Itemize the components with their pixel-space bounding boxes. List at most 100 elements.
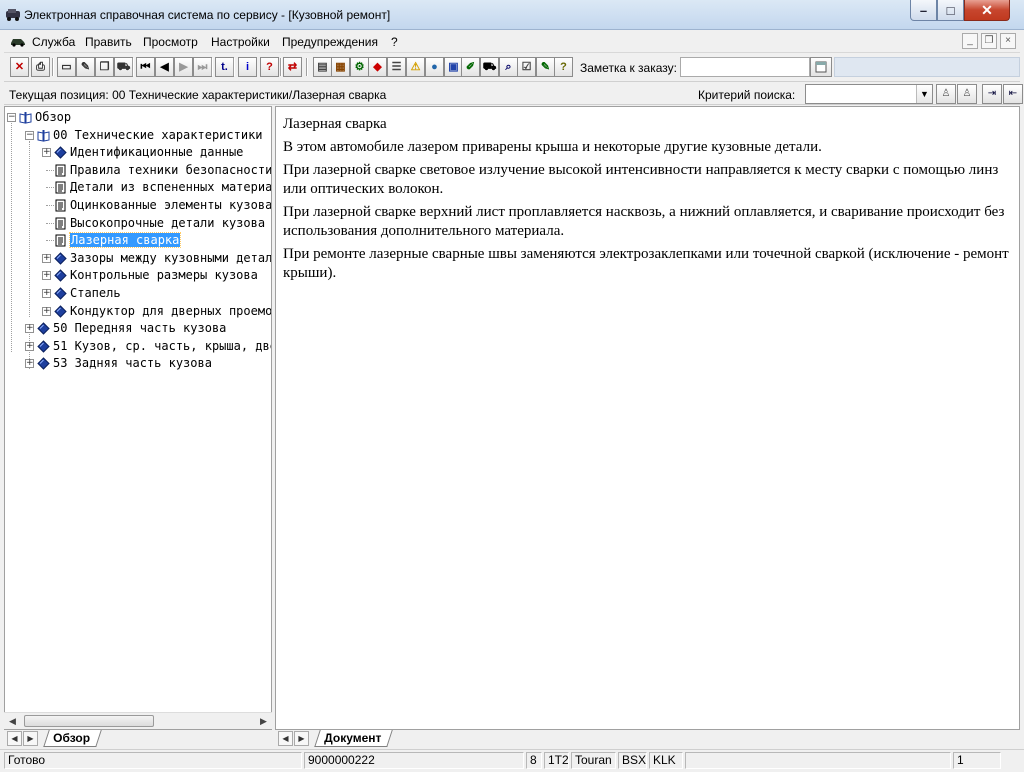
last-page-button[interactable]: ⏭ [193,57,212,77]
tree-item[interactable]: Правила техники безопасности [5,162,271,179]
search-criterion-select[interactable]: ▼ [805,84,933,104]
closed-book-icon [37,322,50,335]
toolbar-separator [280,58,282,76]
first-page-button[interactable]: ⏮ [136,57,155,77]
expand-icon[interactable]: + [25,341,34,351]
copy-icon: ❐ [99,61,110,73]
expand-icon[interactable]: + [42,306,51,316]
components-button[interactable]: ⚙ [350,57,369,77]
tab-prev-icon[interactable]: ◀ [7,731,22,746]
status-cell-1: 8 [526,752,542,769]
tree-item[interactable]: − 00 Технические характеристики [5,127,271,144]
tree-item[interactable]: + Идентификационные данные [5,144,271,161]
collapse-icon[interactable]: − [25,130,34,140]
expand-icon[interactable]: + [42,148,51,158]
tab-next-icon[interactable]: ▶ [23,731,38,746]
tree-horizontal-scrollbar[interactable]: ◀ ▶ [4,712,272,729]
tree-item[interactable]: + Контрольные размеры кузова [5,267,271,284]
exit-button[interactable]: ✕ [10,57,29,77]
menu-help[interactable]: ? [391,35,398,49]
tree-item-label: Идентификационные данные [70,145,244,160]
info-button[interactable]: i [238,57,257,77]
tab-overview[interactable]: Обзор [43,730,102,747]
prev-page-button[interactable]: ◀ [155,57,174,77]
save-icon: ▣ [448,61,459,73]
mdi-restore-button[interactable]: ❐ [981,33,997,49]
document-button[interactable]: ▤ [313,57,332,77]
menu-view[interactable]: Просмотр [143,35,198,49]
car-button[interactable]: ⛟ [114,57,133,77]
mdi-close-button[interactable]: × [1000,33,1016,49]
expand-icon[interactable]: + [42,289,51,298]
status-cell-empty [685,752,951,769]
closed-book-icon [54,252,67,265]
edit-note-button[interactable]: ✎ [536,57,555,77]
tree-item[interactable]: Лазерная сварка [5,232,271,249]
up-level-button[interactable]: t. [215,57,234,77]
tree-item[interactable]: + Зазоры между кузовными деталями [5,250,271,267]
order-note-input[interactable] [680,57,810,77]
tree-item-label: Детали из вспененных материалов [70,180,271,195]
tree-item[interactable]: + Стапель [5,285,271,302]
tree-item[interactable]: +51 Кузов, ср. часть, крыша, двери [5,338,271,355]
swap-button[interactable]: ⇄ [283,57,302,77]
tab-document[interactable]: Документ [314,730,393,747]
doc-tab-next-icon[interactable]: ▶ [294,731,309,746]
close-button[interactable]: ✕ [964,0,1010,21]
tree-item[interactable]: +53 Задняя часть кузова [5,355,271,372]
current-position: Текущая позиция: 00 Технические характер… [9,88,387,102]
title-bar[interactable]: Электронная справочная система по сервис… [0,0,1024,30]
collapse-button[interactable]: ⇥ [982,84,1002,104]
book-button[interactable]: ◆ [368,57,387,77]
tree-item[interactable]: Высокопрочные детали кузова [5,215,271,232]
scroll-left-icon[interactable]: ◀ [4,713,21,729]
scroll-thumb[interactable] [24,715,154,727]
pencil-button[interactable]: ✐ [461,57,480,77]
tree-item[interactable]: Оцинкованные элементы кузова [5,197,271,214]
chevron-down-icon[interactable]: ▼ [916,85,932,103]
search-button[interactable]: ♙ [936,84,956,104]
tree-item[interactable]: +50 Передняя часть кузова [5,320,271,337]
menu-warnings[interactable]: Предупреждения [282,35,378,49]
car-body-button[interactable]: ⛟ [480,57,499,77]
menu-edit[interactable]: Править [85,35,132,49]
expand-icon[interactable]: + [25,324,34,334]
next-page-button[interactable]: ▶ [174,57,193,77]
minimize-button[interactable]: – [910,0,937,21]
collapse-icon[interactable]: − [7,113,16,122]
globe-button[interactable]: ● [425,57,444,77]
menu-settings[interactable]: Настройки [211,35,270,49]
tree-item[interactable]: + Кондуктор для дверных проемов [5,303,271,320]
note-dialog-button[interactable] [810,57,832,77]
doc-tab-prev-icon[interactable]: ◀ [278,731,293,746]
print-button[interactable]: ⎙ [31,57,50,77]
help-icon: ? [266,61,273,73]
tree-item-label: 51 Кузов, ср. часть, крыша, двери [53,338,271,353]
tree-item[interactable]: Детали из вспененных материалов [5,179,271,196]
copy-button[interactable]: ❐ [95,57,114,77]
scroll-right-icon[interactable]: ▶ [255,713,272,729]
warning-button[interactable]: ⚠ [406,57,425,77]
search-next-button[interactable]: ♙ [957,84,977,104]
tree-panel[interactable]: − Обзор −00 Технические характеристики + Иде… [4,106,272,730]
table-button[interactable]: ▦ [331,57,350,77]
list-button[interactable]: ☰ [387,57,406,77]
expand-icon[interactable]: + [42,253,51,263]
document-panel[interactable]: Лазерная сварка В этом автомобиле лазеро… [275,106,1020,730]
expand-icon[interactable]: + [42,271,51,281]
up-level-icon: t. [221,61,228,73]
new-document-icon: ▭ [61,61,72,73]
mdi-minimize-button[interactable]: _ [962,33,978,49]
maximize-button[interactable]: □ [937,0,964,21]
new-document-button[interactable]: ▭ [57,57,76,77]
expand-icon[interactable]: + [25,359,34,369]
menu-service[interactable]: Служба [32,35,75,49]
edit-document-button[interactable]: ✎ [76,57,95,77]
expand-button[interactable]: ⇤ [1003,84,1023,104]
tree-item-label: Контрольные размеры кузова [70,268,258,283]
search-car-button[interactable]: ⌕ [499,57,518,77]
tree-item[interactable]: − Обзор [5,109,271,126]
help-button[interactable]: ? [260,57,279,77]
question-doc-button[interactable]: ? [554,57,573,77]
checklist-button[interactable]: ☑ [517,57,536,77]
